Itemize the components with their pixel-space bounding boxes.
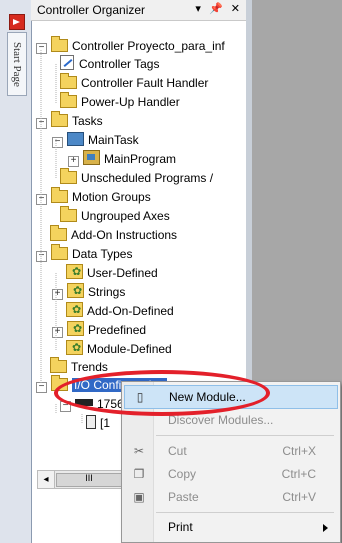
menu-separator — [156, 512, 334, 513]
menu-item-cut[interactable]: ✂ Cut Ctrl+X — [124, 440, 336, 462]
close-icon[interactable]: ✕ — [231, 3, 240, 15]
menu-separator — [156, 435, 334, 436]
menu-item-discover-modules[interactable]: Discover Modules... — [124, 409, 336, 431]
title-buttons: ▾ 📌 ✕ — [190, 2, 240, 15]
start-page-tab[interactable]: Start Page — [7, 32, 27, 96]
new-module-icon: ▯ — [136, 390, 144, 404]
context-menu: ▯ New Module... Discover Modules... ✂ Cu… — [121, 381, 341, 543]
tree-lines — [40, 50, 83, 423]
submenu-arrow-icon — [323, 524, 328, 532]
menu-item-new-module[interactable]: ▯ New Module... — [124, 385, 338, 409]
cut-icon: ✂ — [133, 444, 145, 458]
start-page-icon[interactable] — [9, 14, 25, 30]
organizer-title: Controller Organizer — [37, 3, 146, 17]
menu-item-paste[interactable]: ▣ Paste Ctrl+V — [124, 486, 336, 508]
copy-icon: ❐ — [133, 467, 145, 481]
start-page-bar: Start Page — [0, 0, 30, 543]
menu-item-copy[interactable]: ❐ Copy Ctrl+C — [124, 463, 336, 485]
menu-item-print[interactable]: Print — [124, 516, 336, 538]
paste-icon: ▣ — [133, 490, 145, 504]
dropdown-icon[interactable]: ▾ — [195, 3, 201, 15]
scroll-left-icon[interactable]: ◂ — [38, 471, 55, 488]
pin-icon[interactable]: 📌 — [209, 3, 223, 15]
scroll-thumb[interactable]: III — [56, 473, 122, 487]
organizer-title-bar: Controller Organizer ▾ 📌 ✕ — [31, 0, 246, 21]
